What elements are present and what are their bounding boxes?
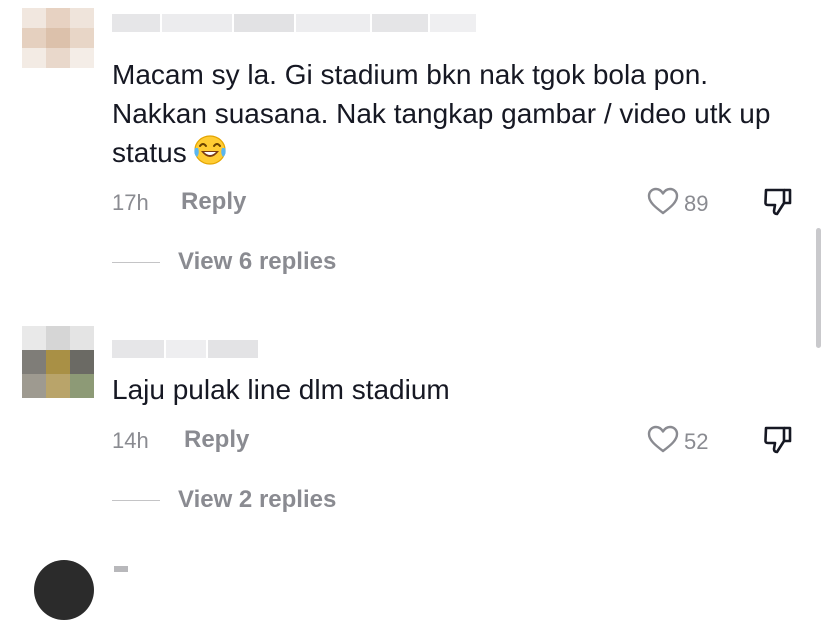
username[interactable] xyxy=(112,14,476,32)
replies-divider xyxy=(112,499,160,501)
like-button[interactable]: 52 xyxy=(646,424,708,459)
comment-text: Macam sy la. Gi stadium bkn nak tgok bol… xyxy=(112,55,802,175)
replies-divider xyxy=(112,261,160,263)
dislike-button[interactable] xyxy=(762,424,794,461)
face-with-tears-of-joy-icon xyxy=(193,135,227,175)
avatar[interactable] xyxy=(22,8,94,68)
comment-timestamp: 17h xyxy=(112,190,149,215)
scrollbar[interactable] xyxy=(816,228,821,348)
thumbs-down-icon xyxy=(762,188,794,222)
like-button[interactable]: 89 xyxy=(646,186,708,221)
comment-text: Laju pulak line dlm stadium xyxy=(112,374,450,405)
like-count: 89 xyxy=(684,190,709,216)
view-replies-button[interactable]: View 2 replies xyxy=(112,486,336,514)
like-count: 52 xyxy=(684,428,709,454)
username[interactable] xyxy=(112,340,258,358)
username[interactable] xyxy=(114,566,128,572)
dislike-button[interactable] xyxy=(762,186,794,223)
heart-outline-icon xyxy=(646,424,680,459)
reply-button[interactable]: Reply xyxy=(181,188,246,216)
reply-button[interactable]: Reply xyxy=(184,426,249,454)
view-replies-label: View 2 replies xyxy=(178,486,337,513)
comment-timestamp: 14h xyxy=(112,428,149,453)
heart-outline-icon xyxy=(646,186,680,221)
avatar[interactable] xyxy=(34,560,94,620)
avatar[interactable] xyxy=(22,326,94,398)
view-replies-label: View 6 replies xyxy=(178,248,337,275)
thumbs-down-icon xyxy=(762,426,794,460)
view-replies-button[interactable]: View 6 replies xyxy=(112,248,336,276)
